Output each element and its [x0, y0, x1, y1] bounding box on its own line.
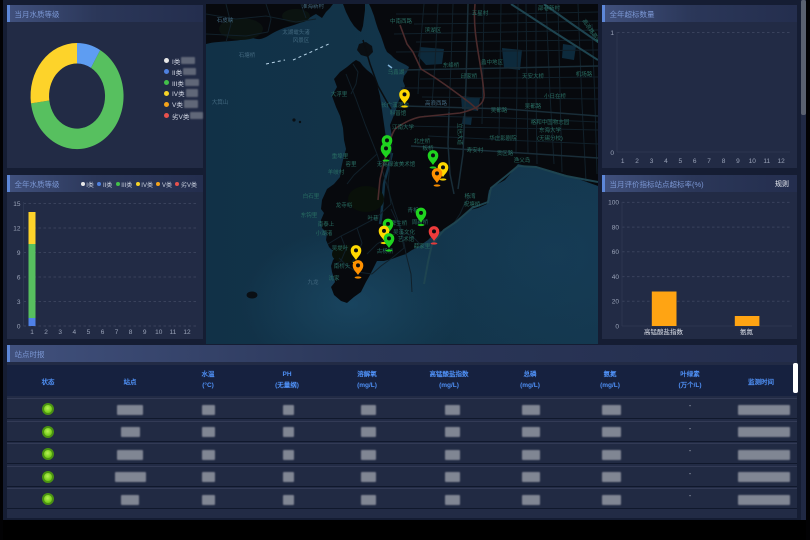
svg-text:华庄影剧院: 华庄影剧院	[489, 134, 517, 142]
svg-text:9: 9	[17, 250, 21, 257]
svg-text:4: 4	[72, 329, 76, 336]
svg-text:6: 6	[693, 158, 697, 165]
svg-text:8: 8	[722, 158, 726, 165]
svg-text:7: 7	[707, 158, 711, 165]
svg-text:11: 11	[763, 158, 770, 165]
svg-text:吴都路: 吴都路	[491, 106, 508, 114]
svg-text:20: 20	[612, 299, 620, 306]
svg-text:6: 6	[101, 329, 105, 336]
svg-text:舜生桥: 舜生桥	[391, 219, 408, 227]
svg-text:沈家: 沈家	[328, 274, 340, 282]
svg-text:江南大学: 江南大学	[392, 123, 415, 131]
svg-text:杨湾: 杨湾	[464, 192, 476, 200]
svg-text:邱家桥: 邱家桥	[461, 72, 478, 80]
svg-text:机场路: 机场路	[576, 70, 593, 78]
svg-text:(无锡分校): (无锡分校)	[537, 134, 563, 142]
svg-text:石塘桥: 石塘桥	[239, 51, 256, 59]
svg-text:12: 12	[183, 329, 191, 336]
svg-text:东海大学: 东海大学	[539, 126, 562, 134]
svg-text:4: 4	[664, 158, 668, 165]
svg-text:吴溪文化: 吴溪文化	[393, 228, 416, 236]
svg-text:渔父岛: 渔父岛	[514, 156, 531, 164]
svg-text:高锰酸盐指数: 高锰酸盐指数	[644, 327, 684, 336]
svg-text:羊岐村: 羊岐村	[328, 168, 345, 176]
svg-text:中南西路: 中南西路	[390, 17, 413, 25]
svg-text:艺术馆: 艺术馆	[398, 235, 415, 243]
svg-text:大箕山: 大箕山	[212, 98, 229, 106]
svg-text:小日在桥: 小日在桥	[544, 92, 567, 100]
svg-text:5: 5	[678, 158, 682, 165]
svg-text:6: 6	[17, 274, 21, 281]
svg-text:北庄桥: 北庄桥	[414, 137, 431, 145]
svg-text:科普馆: 科普馆	[390, 109, 407, 117]
svg-text:小湖渚: 小湖渚	[316, 229, 333, 237]
svg-text:乌鑫湖: 乌鑫湖	[388, 68, 405, 76]
svg-text:80: 80	[612, 224, 620, 231]
svg-text:100: 100	[608, 200, 619, 207]
svg-text:12: 12	[13, 225, 21, 232]
svg-text:2: 2	[635, 158, 639, 165]
svg-text:蠡中地区: 蠡中地区	[481, 58, 504, 66]
svg-text:10: 10	[749, 158, 757, 165]
svg-text:吴堤叶: 吴堤叶	[332, 244, 349, 252]
svg-text:高浪西路: 高浪西路	[425, 99, 448, 107]
svg-text:大浮里: 大浮里	[331, 90, 348, 98]
svg-text:滨湖区: 滨湖区	[425, 26, 442, 34]
svg-text:9: 9	[736, 158, 740, 165]
svg-text:东钩里: 东钩里	[301, 211, 318, 219]
svg-text:白石里: 白石里	[303, 192, 320, 200]
svg-text:龙寺峪: 龙寺峪	[336, 201, 353, 209]
svg-text:薛家里: 薛家里	[414, 242, 431, 250]
svg-text:3: 3	[650, 158, 654, 165]
svg-text:九龙: 九龙	[307, 278, 319, 286]
svg-text:5: 5	[87, 329, 91, 336]
svg-text:1: 1	[610, 30, 614, 37]
svg-text:重埠里: 重埠里	[332, 152, 349, 160]
svg-text:15: 15	[13, 201, 21, 208]
svg-text:东绛桥: 东绛桥	[443, 61, 460, 69]
svg-text:2: 2	[44, 329, 48, 336]
svg-text:12: 12	[777, 158, 785, 165]
svg-text:淮海新村: 淮海新村	[302, 4, 325, 10]
svg-text:风景区: 风景区	[293, 37, 310, 44]
svg-text:1: 1	[30, 329, 34, 336]
svg-text:立信大道: 立信大道	[456, 123, 464, 146]
svg-text:3: 3	[58, 329, 62, 336]
svg-text:邵巷新村: 邵巷新村	[538, 4, 561, 12]
svg-text:60: 60	[612, 249, 620, 256]
svg-text:石皮峡: 石皮峡	[217, 16, 234, 24]
svg-text:吴都路: 吴都路	[525, 102, 542, 110]
svg-text:7: 7	[115, 329, 119, 336]
svg-text:10: 10	[155, 329, 163, 336]
svg-text:0: 0	[610, 150, 614, 157]
svg-text:容里: 容里	[345, 160, 357, 168]
svg-text:南桥头: 南桥头	[334, 262, 351, 270]
svg-text:天安大桥: 天安大桥	[522, 72, 545, 80]
svg-text:8: 8	[129, 329, 133, 336]
svg-text:南泰上: 南泰上	[318, 220, 335, 228]
svg-text:3: 3	[17, 299, 21, 306]
svg-text:0: 0	[615, 323, 619, 330]
svg-text:贡区路: 贡区路	[497, 149, 514, 157]
svg-text:无锡绿波美术馆: 无锡绿波美术馆	[377, 160, 416, 168]
svg-text:五星村: 五星村	[472, 9, 489, 17]
svg-text:0: 0	[17, 323, 21, 330]
svg-text:氨氮: 氨氮	[740, 327, 754, 336]
svg-text:格和中国物志园: 格和中国物志园	[531, 118, 570, 126]
svg-text:太湖鼋头渚: 太湖鼋头渚	[282, 28, 310, 36]
svg-text:寿安村: 寿安村	[467, 146, 484, 154]
svg-text:40: 40	[612, 274, 620, 281]
svg-text:11: 11	[170, 329, 177, 336]
svg-text:祝塘桥: 祝塘桥	[464, 200, 481, 208]
svg-text:1: 1	[621, 158, 625, 165]
svg-text:叶巷: 叶巷	[367, 214, 379, 222]
svg-text:9: 9	[143, 329, 147, 336]
